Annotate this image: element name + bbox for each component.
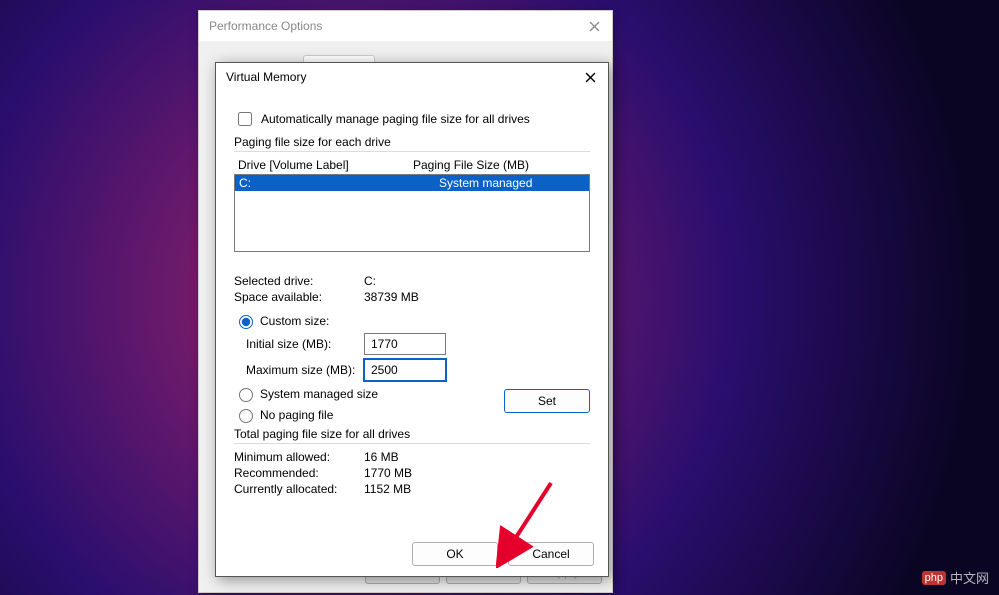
space-available-label: Space available: xyxy=(234,290,364,304)
initial-size-input[interactable] xyxy=(364,333,446,355)
custom-size-label: Custom size: xyxy=(260,314,329,328)
drive-row[interactable]: C: System managed xyxy=(235,175,589,191)
totals-section-label: Total paging file size for all drives xyxy=(234,427,590,441)
selected-drive-label: Selected drive: xyxy=(234,274,364,288)
drive-listbox[interactable]: C: System managed xyxy=(234,174,590,252)
system-managed-label: System managed size xyxy=(260,387,378,401)
recommended-label: Recommended: xyxy=(234,466,364,480)
watermark-text: 中文网 xyxy=(950,568,989,587)
initial-size-label: Initial size (MB): xyxy=(246,337,364,351)
header-size-col: Paging File Size (MB) xyxy=(413,158,529,172)
set-button[interactable]: Set xyxy=(504,389,590,413)
currently-allocated-label: Currently allocated: xyxy=(234,482,364,496)
divider xyxy=(234,443,590,444)
maximum-size-input[interactable] xyxy=(364,359,446,381)
ok-button[interactable]: OK xyxy=(412,542,498,566)
drive-label: C: xyxy=(239,176,439,190)
system-managed-radio[interactable] xyxy=(239,388,253,402)
auto-manage-label: Automatically manage paging file size fo… xyxy=(261,112,530,126)
watermark-logo: php xyxy=(922,571,946,585)
space-available-value: 38739 MB xyxy=(364,290,419,304)
no-paging-label: No paging file xyxy=(260,408,333,422)
auto-manage-checkbox[interactable] xyxy=(238,112,252,126)
perf-title-text: Performance Options xyxy=(209,19,322,33)
perf-titlebar: Performance Options xyxy=(199,11,612,41)
each-drive-section-label: Paging file size for each drive xyxy=(234,135,590,149)
recommended-value: 1770 MB xyxy=(364,466,412,480)
watermark: php 中文网 xyxy=(922,568,989,587)
minimum-allowed-value: 16 MB xyxy=(364,450,399,464)
drive-size: System managed xyxy=(439,176,532,190)
vm-titlebar: Virtual Memory xyxy=(216,63,608,91)
custom-size-radio[interactable] xyxy=(239,315,253,329)
minimum-allowed-label: Minimum allowed: xyxy=(234,450,364,464)
cancel-button[interactable]: Cancel xyxy=(508,542,594,566)
divider xyxy=(234,151,590,152)
selected-drive-value: C: xyxy=(364,274,376,288)
virtual-memory-dialog: Virtual Memory Automatically manage pagi… xyxy=(215,62,609,577)
perf-close-icon[interactable] xyxy=(586,18,602,34)
vm-button-row: OK Cancel xyxy=(412,542,594,566)
vm-title-text: Virtual Memory xyxy=(226,70,306,84)
vm-close-icon[interactable] xyxy=(582,69,598,85)
header-drive-col: Drive [Volume Label] xyxy=(238,158,413,172)
currently-allocated-value: 1152 MB xyxy=(364,482,411,496)
no-paging-radio[interactable] xyxy=(239,409,253,423)
drive-list-header: Drive [Volume Label] Paging File Size (M… xyxy=(234,158,590,172)
maximum-size-label: Maximum size (MB): xyxy=(246,363,364,377)
